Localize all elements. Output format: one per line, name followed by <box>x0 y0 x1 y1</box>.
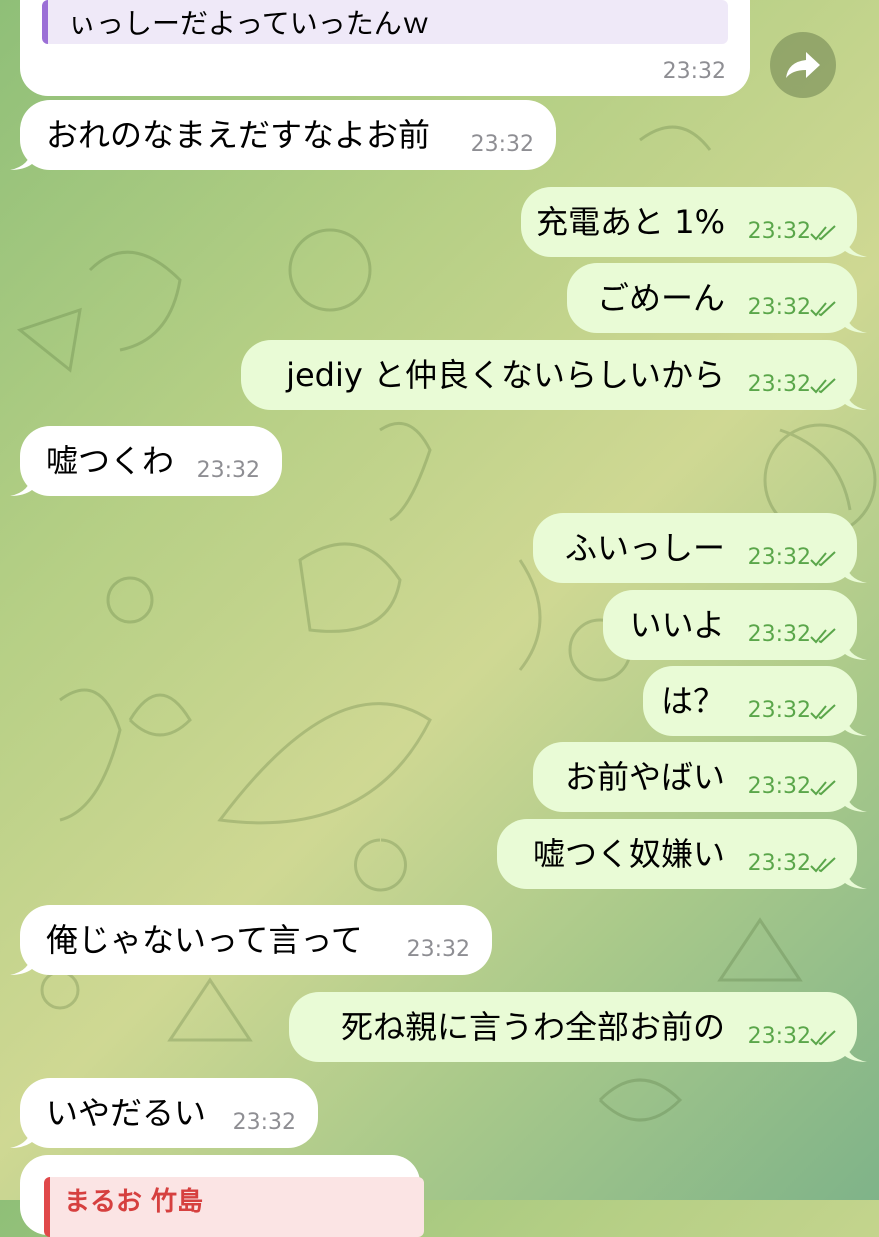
bubble-tail <box>845 638 867 660</box>
message-time: 23:32 <box>196 458 260 483</box>
reply-quote[interactable]: ぃっしーだよっていったんｗ <box>42 0 728 44</box>
reply-quote[interactable]: まるお 竹島 <box>44 1177 424 1237</box>
double-check-icon <box>810 225 836 241</box>
bubble-tail <box>845 561 867 583</box>
bubble-tail <box>10 1126 32 1148</box>
double-check-icon <box>810 628 836 644</box>
bubble-tail <box>10 474 32 496</box>
message-time: 23:32 <box>747 698 811 723</box>
double-check-icon <box>810 780 836 796</box>
message-text: いやだるい <box>46 1094 207 1132</box>
bubble-tail <box>845 1040 867 1062</box>
double-check-icon <box>810 378 836 394</box>
outgoing-message[interactable]: 嘘つく奴嫌い 23:32 <box>497 819 867 889</box>
message-text: 嘘つく奴嫌い <box>532 835 725 873</box>
message-text: いいよ <box>629 606 725 644</box>
message-time: 23:32 <box>747 372 811 397</box>
incoming-message[interactable]: 嘘つくわ 23:32 <box>10 426 282 496</box>
message-time: 23:32 <box>747 1024 811 1049</box>
forward-button[interactable] <box>770 32 836 98</box>
double-check-icon <box>810 301 836 317</box>
bubble-tail <box>845 388 867 410</box>
message-time: 23:32 <box>662 59 726 84</box>
outgoing-message[interactable]: 死ね親に言うわ全部お前の 23:32 <box>289 992 867 1062</box>
message-text: お前やばい <box>564 758 725 796</box>
reply-quote-text: ぃっしーだよっていったんｗ <box>68 7 430 40</box>
double-check-icon <box>810 1030 836 1046</box>
outgoing-message[interactable]: は？ 23:32 <box>643 666 867 736</box>
incoming-message[interactable]: おれのなまえだすなよお前 23:32 <box>10 100 556 170</box>
bubble-tail <box>845 867 867 889</box>
outgoing-message[interactable]: いいよ 23:32 <box>603 590 867 660</box>
incoming-reply-message[interactable]: ぃっしーだよっていったんｗ 23:32 <box>20 0 750 96</box>
double-check-icon <box>810 857 836 873</box>
outgoing-message[interactable]: jediy と仲良くないらしいから 23:32 <box>241 340 867 410</box>
outgoing-message[interactable]: お前やばい 23:32 <box>533 742 867 812</box>
bubble-tail <box>845 790 867 812</box>
message-time: 23:32 <box>747 622 811 647</box>
message-text: 俺じゃないって言って <box>46 921 363 959</box>
message-text: おれのなまえだすなよお前 <box>46 116 431 154</box>
outgoing-message[interactable]: ふいっしー 23:32 <box>533 513 867 583</box>
message-text: ごめーん <box>596 279 725 317</box>
double-check-icon <box>810 704 836 720</box>
message-text: 嘘つくわ <box>46 442 175 480</box>
message-time: 23:32 <box>747 851 811 876</box>
message-time: 23:32 <box>747 295 811 320</box>
bubble-tail <box>845 235 867 257</box>
outgoing-message[interactable]: ごめーん 23:32 <box>567 263 867 333</box>
message-text: ふいっしー <box>564 529 725 567</box>
message-time: 23:32 <box>232 1110 296 1135</box>
message-time: 23:32 <box>747 219 811 244</box>
message-text: jediy と仲良くないらしいから <box>286 356 725 394</box>
bubble-tail <box>845 714 867 736</box>
message-time: 23:32 <box>747 774 811 799</box>
message-text: 死ね親に言うわ全部お前の <box>340 1008 725 1046</box>
message-time: 23:32 <box>747 545 811 570</box>
message-time: 23:32 <box>470 132 534 157</box>
message-text: は？ <box>660 682 725 720</box>
bubble-tail <box>10 148 32 170</box>
incoming-message[interactable]: いやだるい 23:32 <box>10 1078 318 1148</box>
incoming-reply-message-partial[interactable]: まるお 竹島 <box>20 1155 424 1237</box>
incoming-message[interactable]: 俺じゃないって言って 23:32 <box>10 905 492 975</box>
double-check-icon <box>810 551 836 567</box>
message-time: 23:32 <box>406 937 470 962</box>
bubble-tail <box>845 311 867 333</box>
outgoing-message[interactable]: 充電あと 1% 23:32 <box>521 187 867 257</box>
bubble-tail <box>10 953 32 975</box>
forward-arrow-icon <box>786 52 820 78</box>
message-text: 充電あと 1% <box>536 203 725 241</box>
